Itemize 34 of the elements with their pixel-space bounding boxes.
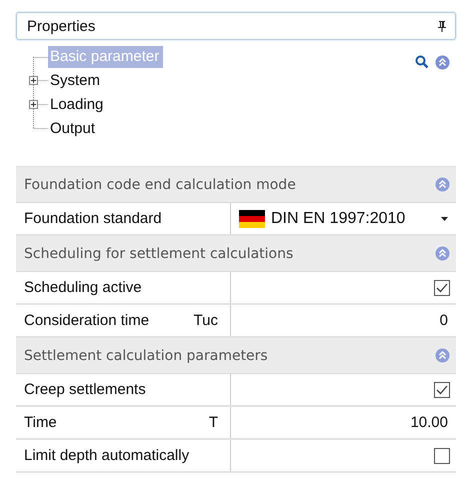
property-label: Scheduling active (24, 279, 142, 296)
tree-item[interactable]: Output (48, 118, 100, 140)
pin-icon[interactable] (437, 20, 447, 32)
tree-item[interactable]: System (48, 70, 104, 92)
property-label: Creep settlements (24, 381, 146, 398)
property-label: Limit depth automatically (24, 447, 190, 464)
property-value[interactable]: 10.00 (410, 414, 450, 431)
section-title: Foundation code end calculation mode (24, 176, 296, 192)
checkbox[interactable] (434, 280, 450, 296)
tree-item[interactable]: Loading (48, 94, 108, 116)
property-symbol: Tuc (194, 312, 218, 329)
property-value[interactable]: 0 (440, 312, 450, 329)
collapse-icon[interactable] (435, 55, 450, 70)
collapse-icon[interactable] (435, 246, 450, 261)
property-label: Consideration time (24, 312, 150, 329)
section-header[interactable]: Scheduling for settlement calculations (16, 236, 456, 272)
panel-title: Properties (27, 18, 96, 34)
property-label: Time (24, 414, 57, 431)
section-title: Settlement calculation parameters (24, 348, 268, 364)
dropdown-value[interactable]: DIN EN 1997:2010 (271, 210, 433, 228)
checkbox[interactable] (434, 382, 450, 398)
collapse-icon[interactable] (435, 348, 450, 363)
caret-icon[interactable] (441, 216, 448, 220)
checkbox[interactable] (434, 448, 450, 464)
flag-icon (239, 210, 265, 228)
expand-icon[interactable] (29, 76, 38, 85)
collapse-icon[interactable] (435, 177, 450, 192)
property-label: Foundation standard (24, 210, 162, 227)
section-header[interactable]: Settlement calculation parameters (16, 338, 456, 374)
section-header[interactable]: Foundation code end calculation mode (16, 167, 456, 203)
property-symbol: T (208, 414, 218, 431)
section-title: Scheduling for settlement calculations (24, 246, 294, 262)
search-icon[interactable] (415, 55, 429, 69)
expand-icon[interactable] (29, 100, 38, 109)
